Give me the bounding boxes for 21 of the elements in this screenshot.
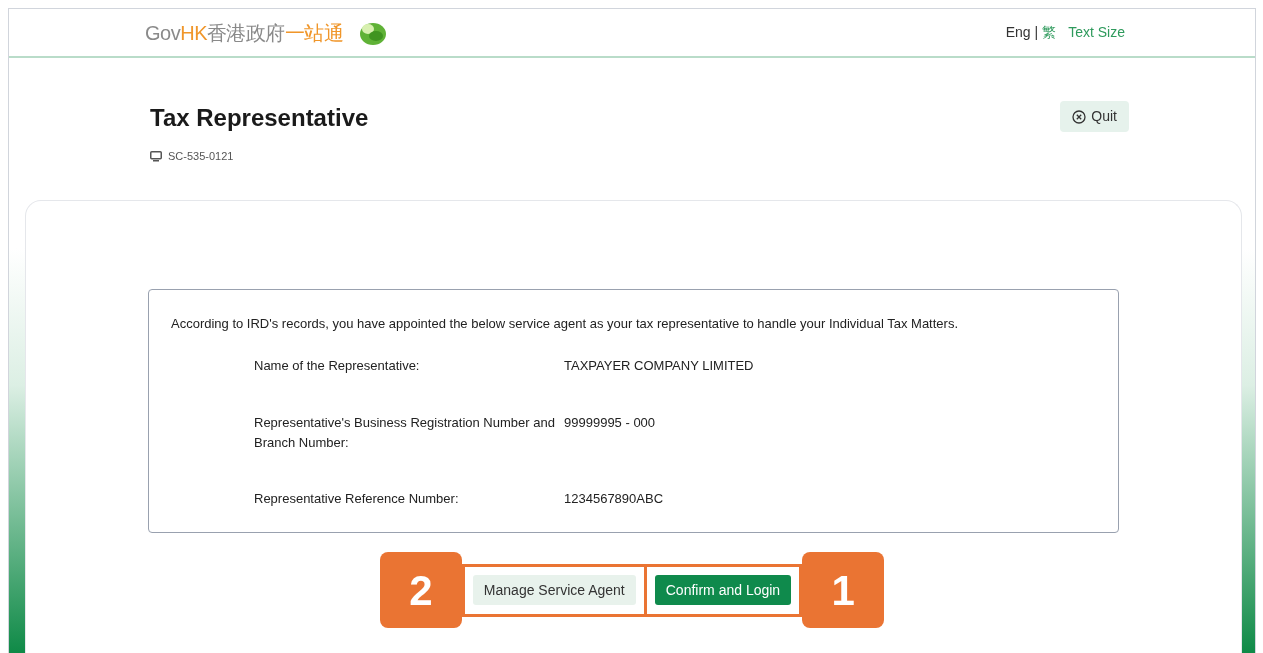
field-value: 1234567890ABC [564, 489, 664, 508]
callout-badge: 1 [802, 552, 885, 628]
quit-button[interactable]: Quit [1060, 101, 1129, 132]
notice-text: According to IRD's records, you have appointed the below service agent as your tax representative to handle your Individual Tax Matters. [171, 315, 959, 333]
header-link[interactable]: Text Size [1068, 22, 1125, 43]
header-link[interactable]: Eng [1005, 22, 1031, 43]
callout-badge: 2 [379, 552, 462, 628]
action-button[interactable]: Manage Service Agent [472, 575, 636, 605]
action-button[interactable]: Confirm and Login [654, 575, 792, 605]
close-icon [1072, 109, 1087, 124]
header-link[interactable]: 繁 [1042, 22, 1057, 43]
separator-text: | [1034, 23, 1039, 42]
field-value: 99999995 - 000 [564, 413, 656, 432]
screen-code: SC-535-0121 [168, 149, 234, 164]
monitor-icon [150, 150, 162, 162]
field-label: Representative Reference Number: [254, 489, 460, 508]
field-label: Name of the Representative: [254, 356, 421, 375]
field-value: TAXPAYER COMPANY LIMITED [564, 356, 754, 375]
field-label: Representative's Business Registration Number and Branch Number: [254, 413, 556, 452]
page-title: Tax Representative [150, 103, 369, 133]
site-logo[interactable]: GovHK香港政府一站通 [145, 17, 344, 48]
